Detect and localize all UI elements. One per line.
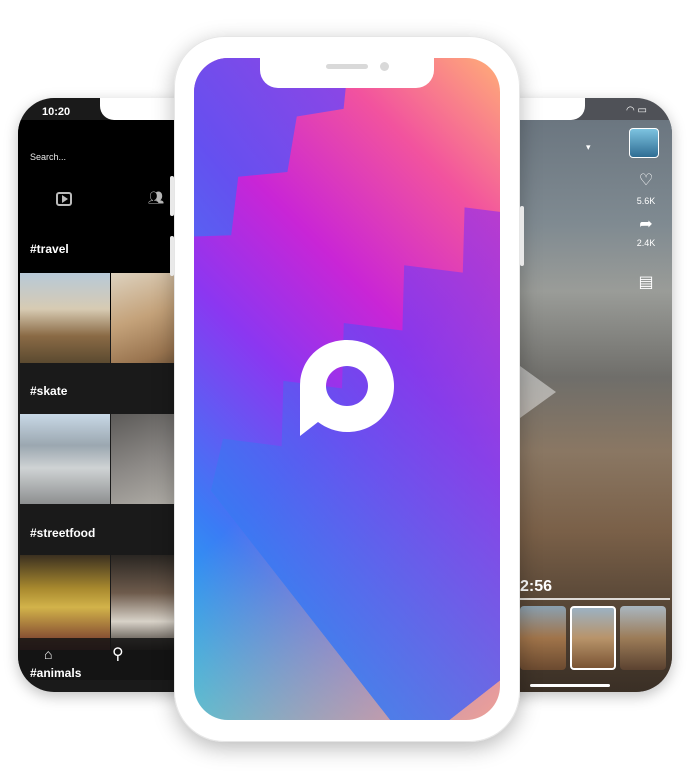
home-icon[interactable]: ⌂ (44, 646, 52, 662)
video-timeline[interactable] (520, 598, 670, 600)
timeline-frame-1[interactable] (520, 606, 566, 670)
users-icon[interactable]: 👥︎ (148, 190, 165, 206)
comment-icon[interactable]: ▤ (635, 272, 657, 292)
center-phone (170, 36, 524, 742)
power-button (520, 206, 524, 266)
status-time: 10:20 (42, 106, 71, 118)
notch (260, 58, 434, 88)
avatar[interactable] (629, 128, 659, 158)
timeline-frame-2-selected[interactable] (570, 606, 616, 670)
tag-travel[interactable]: #travel (30, 242, 69, 256)
search-input[interactable]: Search... (30, 152, 66, 162)
chat-bubble-logo-icon (300, 340, 394, 436)
share-arrow-icon[interactable]: ➦ (635, 214, 657, 234)
home-indicator (530, 684, 610, 687)
thumbnail-skate-park[interactable] (20, 414, 110, 504)
video-timecode: 2:56 (520, 578, 553, 595)
like-count: 5.6K (636, 196, 656, 206)
video-play-icon[interactable] (56, 192, 72, 206)
tag-animals[interactable]: #animals (30, 666, 81, 680)
play-icon[interactable] (520, 366, 556, 418)
thumbnail-streetfood-stall[interactable] (20, 555, 110, 650)
wifi-battery-icon: ◠ ▭ (626, 105, 647, 116)
tag-skate[interactable]: #skate (30, 384, 67, 398)
tag-streetfood[interactable]: #streetfood (30, 526, 95, 540)
speaker (326, 64, 368, 69)
caret-down-icon[interactable]: ▾ (586, 142, 591, 153)
camera (380, 62, 389, 71)
side-button (170, 176, 174, 216)
side-button (170, 236, 174, 276)
thumbnail-travel-hiker[interactable] (20, 273, 110, 363)
share-count: 2.4K (636, 238, 656, 248)
search-icon[interactable]: ⚲ (112, 644, 124, 664)
heart-icon[interactable]: ♡ (635, 170, 657, 190)
timeline-frame-3[interactable] (620, 606, 666, 670)
